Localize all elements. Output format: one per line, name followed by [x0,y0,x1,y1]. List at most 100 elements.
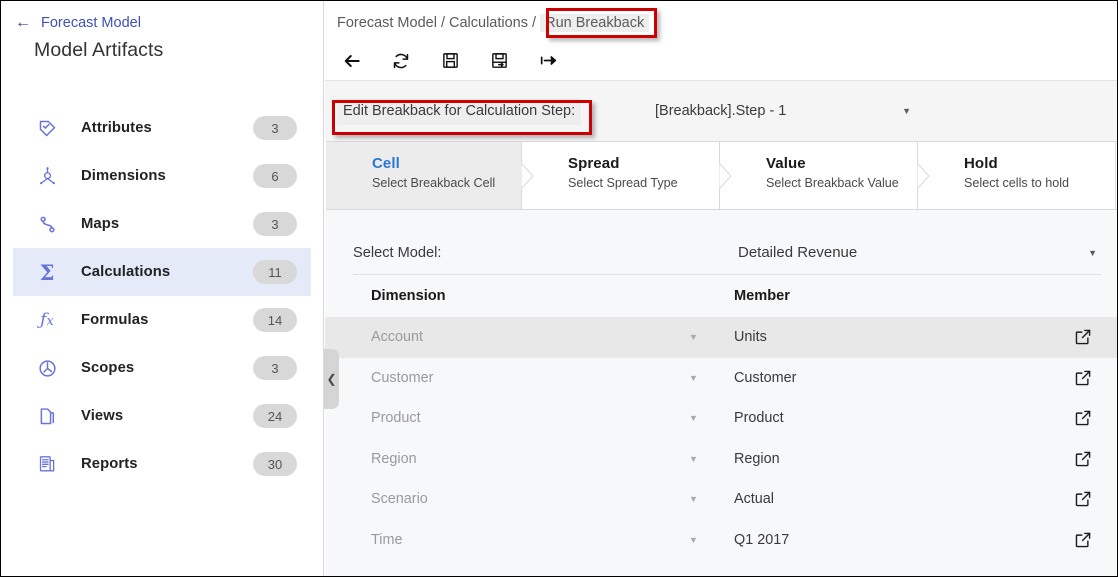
table-row[interactable]: Time ▼ Q1 2017 [325,520,1117,561]
member-name: Q1 2017 [734,531,790,548]
wizard-step-cell[interactable]: Cell Select Breakback Cell [326,142,534,209]
sidebar-item-label: Reports [81,456,138,472]
hierarchy-icon [35,164,59,188]
dimension-name: Time [371,531,403,548]
member-name: Actual [734,491,774,508]
map-nodes-icon [35,212,59,236]
wizard-step-subtitle: Select Breakback Cell [372,176,496,190]
wizard-step-title: Spread [568,155,620,172]
report-icon [35,452,59,476]
dimension-name: Region [371,450,417,467]
wizard-step-subtitle: Select Breakback Value [766,176,899,190]
table-row[interactable]: Account ▼ Units [325,317,1117,358]
sidebar-item-calculations[interactable]: Σ Calculations 11 [13,248,311,296]
edit-breakback-label: Edit Breakback for Calculation Step: [337,97,582,125]
calculation-step-value: [Breakback].Step - 1 [655,103,787,119]
dimension-name: Product [371,410,421,427]
chevron-down-icon[interactable]: ▼ [689,332,734,342]
back-button[interactable] [339,48,365,74]
open-external-icon[interactable] [1074,490,1092,508]
sidebar-item-label: Maps [81,216,120,232]
chevron-left-icon: ❮ [326,372,337,386]
sidebar-item-count: 11 [253,260,297,284]
member-name: Customer [734,369,797,386]
wizard-step-subtitle: Select Spread Type [568,176,678,190]
sidebar-item-count: 30 [253,452,297,476]
wizard-step-title: Value [766,155,806,172]
sidebar-item-count: 3 [253,212,297,236]
sidebar-item-count: 3 [253,116,297,140]
step-chevron-icon [521,162,534,189]
open-external-icon[interactable] [1074,369,1092,387]
documents-icon [35,404,59,428]
step-chevron-icon [719,162,732,189]
main-content: Forecast Model / Calculations / Run Brea… [325,1,1117,576]
open-external-icon[interactable] [1074,450,1092,468]
open-external-icon[interactable] [1074,531,1092,549]
sidebar-collapse-handle[interactable]: ❮ [324,349,339,409]
chevron-down-icon[interactable]: ▼ [689,413,734,423]
chevron-down-icon[interactable]: ▼ [689,494,734,504]
breakback-wizard-screen: ← Forecast Model Model Artifacts Attribu… [0,0,1118,577]
model-select-label: Select Model: [353,244,442,261]
sidebar-item-count: 3 [253,356,297,380]
chevron-down-icon[interactable]: ▼ [689,373,734,383]
sidebar-item-count: 6 [253,164,297,188]
cell-selection-panel: Select Model: Detailed Revenue ▼ Dimensi… [325,210,1117,576]
sidebar-back-label: Forecast Model [41,15,141,31]
sidebar-item-attributes[interactable]: Attributes 3 [13,104,311,152]
dimension-name: Scenario [371,491,428,508]
member-name: Product [734,410,784,427]
breadcrumb: Forecast Model / Calculations / Run Brea… [325,1,1117,32]
member-name: Region [734,450,780,467]
breadcrumb-prefix[interactable]: Forecast Model / Calculations / [337,15,536,31]
wizard-step-hold[interactable]: Hold Select cells to hold [918,142,1116,209]
save-button[interactable] [437,48,463,74]
chevron-down-icon[interactable]: ▼ [689,535,734,545]
sidebar-item-label: Calculations [81,264,171,280]
sidebar-item-views[interactable]: Views 24 [13,392,311,440]
refresh-button[interactable] [388,48,414,74]
edit-breakback-bar: Edit Breakback for Calculation Step: [Br… [325,80,1117,141]
sidebar-item-maps[interactable]: Maps 3 [13,200,311,248]
column-header-dimension: Dimension [371,288,446,304]
open-external-icon[interactable] [1074,328,1092,346]
step-chevron-icon [917,162,930,189]
sidebar-item-label: Scopes [81,360,135,376]
tag-icon [35,116,59,140]
open-external-icon[interactable] [1074,409,1092,427]
sidebar-item-dimensions[interactable]: Dimensions 6 [13,152,311,200]
wizard-step-spread[interactable]: Spread Select Spread Type [522,142,732,209]
breadcrumb-current: Run Breakback [540,14,650,32]
chevron-down-icon: ▼ [902,106,911,116]
sigma-icon: Σ [39,259,55,285]
run-button[interactable] [535,48,561,74]
wizard-step-subtitle: Select cells to hold [964,176,1070,190]
table-row[interactable]: Customer ▼ Customer [325,358,1117,399]
page-title: Model Artifacts [34,39,164,61]
sidebar-item-count: 14 [253,308,297,332]
dimension-name: Customer [371,369,434,386]
table-row[interactable]: Region ▼ Region [325,439,1117,480]
sidebar-back-link[interactable]: ← Forecast Model [1,1,323,32]
sidebar-nav: Attributes 3 Dimensions 6 Maps 3 Σ Calcu… [1,104,323,488]
toolbar [325,32,1117,76]
fx-icon: ƒx [40,309,54,330]
sidebar-item-label: Attributes [81,120,152,136]
calculation-step-dropdown[interactable]: [Breakback].Step - 1 ▼ [655,103,911,119]
table-row[interactable]: Product ▼ Product [325,398,1117,439]
model-select-row[interactable]: Select Model: Detailed Revenue ▼ [353,231,1101,275]
sidebar-item-reports[interactable]: Reports 30 [13,440,311,488]
wizard-step-value[interactable]: Value Select Breakback Value [720,142,930,209]
sidebar-item-scopes[interactable]: Scopes 3 [13,344,311,392]
table-row[interactable]: Scenario ▼ Actual [325,479,1117,520]
save-as-button[interactable] [486,48,512,74]
wizard-steps: Cell Select Breakback Cell Spread Select… [326,141,1117,210]
member-name: Units [734,329,767,346]
arrow-left-icon: ← [15,14,31,31]
wizard-step-title: Cell [372,155,400,172]
sidebar: ← Forecast Model Model Artifacts Attribu… [1,1,324,576]
scope-icon [35,356,59,380]
sidebar-item-formulas[interactable]: ƒx Formulas 14 [13,296,311,344]
chevron-down-icon[interactable]: ▼ [689,454,734,464]
